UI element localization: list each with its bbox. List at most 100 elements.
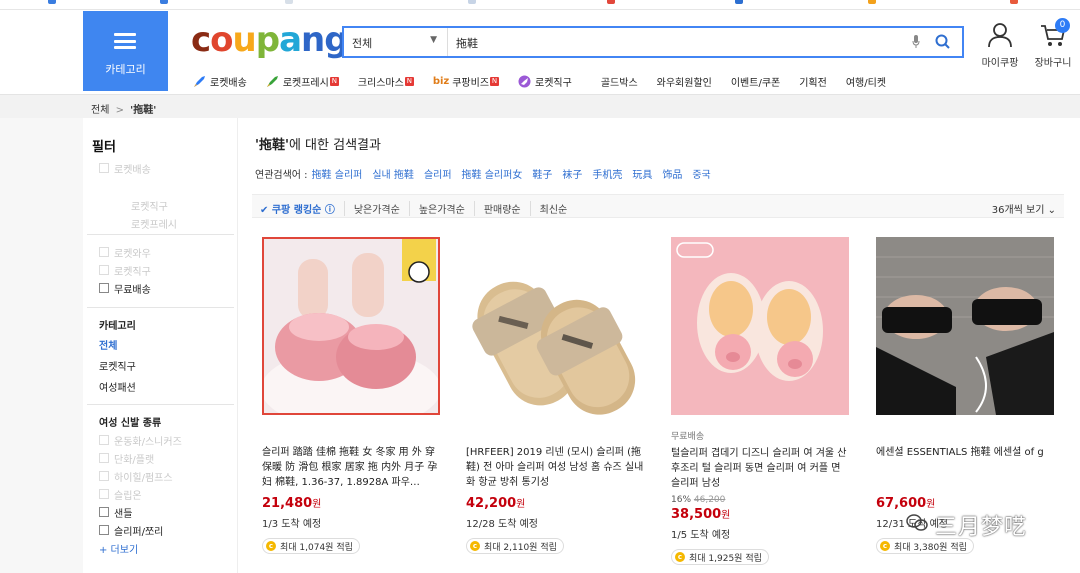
category-link-rocket-global[interactable]: 로켓직구 [83,355,238,376]
bookmark-icon[interactable] [48,0,56,4]
related-link[interactable]: 手机壳 [592,166,622,181]
related-link[interactable]: 중국 [692,166,710,181]
product-image[interactable] [466,237,644,415]
price-currency: 원 [926,499,936,510]
search-icon[interactable] [934,33,952,51]
product-card[interactable]: 에센셜 ESSENTIALS 拖鞋 에센셜 of g 67,600원 12/31… [876,237,1056,554]
breadcrumb-current: '拖鞋' [130,105,157,116]
checkbox[interactable] [99,507,109,517]
service-nav-rocket-fresh[interactable]: 로켓프레시 N [266,72,339,90]
checkbox[interactable] [99,525,109,535]
related-link[interactable]: 饰品 [662,166,682,181]
filter-option[interactable]: 로켓프레시 [83,214,238,232]
bookmark-icon[interactable] [285,0,293,4]
service-nav-travel[interactable]: 여행/티켓 [846,72,886,90]
filter-option[interactable]: 로켓직구 [83,196,238,214]
filter-option-label: 로켓프레시 [131,219,177,231]
more-link[interactable]: + 더보기 [83,539,238,557]
related-link[interactable]: 슬리퍼 [424,166,452,181]
filter-option-sandal[interactable]: 샌들 [83,503,238,521]
new-badge: N [404,76,414,86]
global-icon [518,75,531,87]
service-nav-exhibition[interactable]: 기획전 [799,72,827,90]
product-name[interactable]: 슬리퍼 踏踏 佳棉 拖鞋 女 冬家 用 外 穿 保暖 防 滑包 根家 居家 拖 … [262,445,442,491]
left-gutter [0,118,83,573]
product-image[interactable] [262,237,440,415]
checkbox[interactable] [99,471,109,481]
product-name[interactable]: 에센셜 ESSENTIALS 拖鞋 에센셜 of g [876,445,1056,491]
sort-price-high[interactable]: 높은가격순 [419,201,475,216]
filter-option-free-shipping[interactable]: 무료배송 [83,279,238,297]
product-card[interactable]: [HRFEER] 2019 리넨 (모시) 슬리퍼 (拖鞋) 전 아마 슬리퍼 … [466,237,646,554]
sort-price-low[interactable]: 낮은가격순 [354,201,410,216]
hamburger-icon [114,33,136,49]
service-nav-label: 로켓직구 [535,77,572,89]
service-nav-event[interactable]: 이벤트/쿠폰 [731,72,780,90]
product-name[interactable]: 털슬리퍼 겹데기 디즈니 슬리퍼 여 겨울 산후조리 털 슬리퍼 동면 슬리퍼 … [671,446,851,492]
cashback-text: 최대 1,074원 적립 [280,542,353,553]
filter-option[interactable]: 단화/플랫 [83,449,238,467]
checkbox[interactable] [99,453,109,463]
microphone-icon[interactable] [912,35,920,49]
free-shipping-label: 무료배송 [671,432,705,442]
bookmark-icon[interactable] [735,0,743,4]
bookmark-icon[interactable] [468,0,476,4]
breadcrumb-root[interactable]: 전체 [91,105,109,116]
shoe-type-title: 여성 신발 종류 [99,417,162,429]
bookmark-icon[interactable] [1010,0,1018,4]
related-link[interactable]: 拖鞋 슬리퍼女 [462,166,523,181]
results-query: '拖鞋' [255,138,289,153]
related-link[interactable]: 玩具 [632,166,652,181]
checkbox[interactable] [99,489,109,499]
service-nav-christmas[interactable]: 크리스마스 N [358,72,414,90]
price-value: 67,600 [876,496,927,511]
bookmark-icon[interactable] [868,0,876,4]
mycoupang-button[interactable]: 마이쿠팡 [980,22,1020,69]
cart-button[interactable]: 장바구니 0 [1032,18,1074,69]
search-bar: 전체 ▼ 拖鞋 [342,26,964,58]
search-input[interactable]: 拖鞋 [456,35,478,51]
checkbox[interactable] [99,265,109,275]
coupang-logo[interactable]: coupang [191,20,349,60]
related-link[interactable]: 실내 拖鞋 [372,166,414,181]
sort-options: ✔ 쿠팡 랭킹순 ⓘ 낮은가격순 높은가격순 판매량순 최신순 [260,201,585,216]
filter-option[interactable]: 로켓배송 [83,159,238,177]
sort-ranking[interactable]: ✔ 쿠팡 랭킹순 ⓘ [260,201,345,216]
service-nav-goldbox[interactable]: 골드박스 [601,72,638,90]
service-nav-global[interactable]: 로켓직구 [518,72,572,90]
category-menu-button[interactable]: 카테고리 [83,11,168,91]
related-link[interactable]: 袜子 [562,166,582,181]
filter-option-label: 로켓직구 [114,266,151,278]
sort-newest[interactable]: 최신순 [540,201,577,216]
filter-option[interactable]: 하이힐/펌프스 [83,467,238,485]
category-link-all[interactable]: 전체 [83,334,238,355]
category-link-women-fashion[interactable]: 여성패션 [83,376,238,397]
product-image[interactable] [876,237,1054,415]
sort-sales[interactable]: 판매량순 [484,201,531,216]
filter-option-slipper[interactable]: 슬리퍼/쪼리 [83,521,238,539]
filter-title: 필터 [92,140,116,155]
related-link[interactable]: 拖鞋 슬리퍼 [312,166,363,181]
checkbox[interactable] [99,283,109,293]
search-scope-select[interactable]: 전체 ▼ [344,28,448,56]
filter-option-label: 로켓와우 [114,248,151,260]
bookmark-icon[interactable] [607,0,615,4]
filter-option-rocket-wow[interactable]: 로켓와우 [83,243,238,261]
service-nav-biz[interactable]: biz 쿠팡비즈 N [433,72,500,90]
view-count-select[interactable]: 36개씩 보기 ⌄ [992,201,1056,216]
service-nav-wow[interactable]: 와우회원할인 [657,72,712,90]
filter-option[interactable]: 슬립온 [83,485,238,503]
bookmark-icon[interactable] [160,0,168,4]
filter-option[interactable]: 운동화/스니커즈 [83,431,238,449]
checkbox[interactable] [99,163,109,173]
product-card[interactable]: 슬리퍼 踏踏 佳棉 拖鞋 女 冬家 用 外 穿 保暖 防 滑包 根家 居家 拖 … [262,237,442,554]
related-link[interactable]: 鞋子 [532,166,552,181]
filter-option-rocket-global[interactable]: 로켓직구 [83,261,238,279]
product-card[interactable]: 무료배송 털슬리퍼 겹데기 디즈니 슬리퍼 여 겨울 산후조리 털 슬리퍼 동면… [671,237,851,565]
service-nav-rocket[interactable]: 로켓배송 [193,72,247,90]
product-name[interactable]: [HRFEER] 2019 리넨 (모시) 슬리퍼 (拖鞋) 전 아마 슬리퍼 … [466,445,646,491]
checkbox[interactable] [99,435,109,445]
delivery-filter: 로켓와우 로켓직구 무료배송 [83,234,238,297]
product-image[interactable] [671,237,849,415]
checkbox[interactable] [99,247,109,257]
